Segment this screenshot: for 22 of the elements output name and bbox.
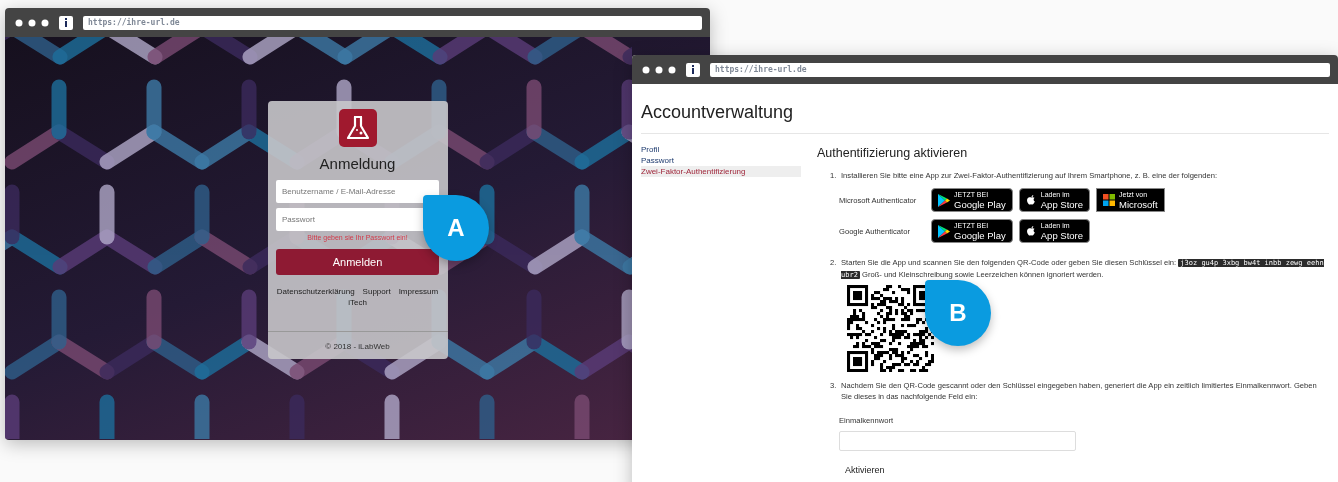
info-icon[interactable] [686, 62, 700, 77]
activate-button[interactable]: Aktivieren [839, 461, 891, 479]
login-input-field[interactable]: Benutzername / E-Mail-Adresse [276, 180, 439, 203]
section-heading: Authentifizierung aktivieren [817, 146, 968, 160]
flask-logo-icon [338, 109, 377, 147]
copyright-text: © 2018 - iLabWeb [267, 331, 448, 359]
footer-link[interactable]: Support [362, 287, 391, 296]
sidebar-item[interactable]: Zwei-Faktor-Authentifizierung [641, 166, 801, 177]
footer-link[interactable]: Impressum [398, 287, 439, 296]
address-bar[interactable]: https://ihre-url.de [710, 62, 1330, 77]
info-icon[interactable] [59, 15, 73, 30]
sidebar-item[interactable]: Passwort [641, 155, 801, 166]
window-dots-icon [15, 18, 49, 27]
login-title: Anmeldung [319, 155, 396, 172]
page-title: Accountverwaltung [641, 98, 1329, 134]
login-button[interactable]: Anmelden [276, 249, 439, 275]
window-dots-icon [642, 65, 676, 74]
one-time-password-field[interactable] [839, 431, 1076, 451]
footer-link[interactable]: iTech [348, 298, 367, 307]
footer-link[interactable]: Datenschutzerklärung [276, 287, 355, 296]
sidebar-item[interactable]: Profil [641, 144, 801, 155]
address-bar[interactable]: https://ihre-url.de [83, 15, 702, 30]
